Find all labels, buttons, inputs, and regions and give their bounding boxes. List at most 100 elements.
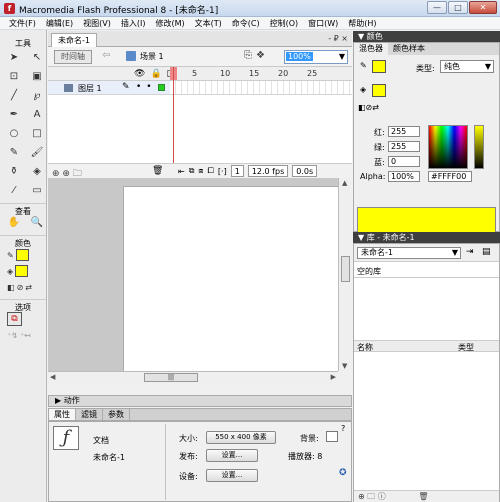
delete-layer-icon[interactable]: 🗑	[152, 166, 163, 176]
properties-icon[interactable]: ⓘ	[378, 492, 386, 501]
menu-window[interactable]: 窗口(W)	[303, 17, 343, 29]
scroll-right-icon[interactable]: ▶	[331, 373, 336, 381]
free-transform-tool-icon[interactable]: ⊡	[5, 69, 23, 85]
mixer-stroke-swatch[interactable]	[372, 60, 386, 73]
alpha-input[interactable]: 100%	[388, 171, 420, 182]
background-color-swatch[interactable]	[326, 431, 338, 442]
pen-tool-icon[interactable]: ✒	[5, 107, 23, 123]
zoom-tool-icon[interactable]: 🔍	[28, 215, 46, 231]
menu-text[interactable]: 文本(T)	[190, 17, 227, 29]
horizontal-scrollbar[interactable]: ◀ ||| ▶	[48, 371, 338, 383]
tab-properties[interactable]: 属性	[49, 409, 76, 420]
lasso-tool-icon[interactable]: ℘	[28, 88, 46, 104]
scroll-up-icon[interactable]: ▲	[342, 179, 347, 187]
oval-tool-icon[interactable]: ○	[5, 126, 23, 142]
lock-icon[interactable]: 🔒	[150, 69, 161, 79]
document-size-button[interactable]: 550 x 400 像素	[206, 431, 276, 444]
onion-markers-icon[interactable]: [·]	[218, 167, 227, 176]
fill-type-select[interactable]: 纯色 ▼	[440, 60, 494, 73]
green-input[interactable]: 255	[388, 141, 420, 152]
paint-bucket-tool-icon[interactable]: ◈	[28, 164, 46, 180]
hex-input[interactable]: #FFFF00	[428, 171, 472, 182]
brightness-slider[interactable]	[474, 125, 484, 169]
tab-filters[interactable]: 滤镜	[76, 409, 103, 420]
scroll-down-icon[interactable]: ▼	[342, 362, 347, 370]
frame-ruler[interactable]: 5 10 15 20 25	[170, 68, 352, 80]
line-tool-icon[interactable]: ╱	[5, 88, 23, 104]
swap-colors-icon[interactable]: ⇄	[25, 283, 32, 292]
zoom-select[interactable]: 100% ▼	[284, 50, 348, 64]
horizontal-scroll-thumb[interactable]: |||	[144, 373, 198, 382]
subselection-tool-icon[interactable]: ↖	[28, 50, 46, 66]
actions-panel-header[interactable]: ▶ 动作	[48, 395, 352, 407]
vertical-scroll-thumb[interactable]	[341, 256, 350, 282]
red-input[interactable]: 255	[388, 126, 420, 137]
straighten-icon[interactable]: ⁺↤	[20, 331, 31, 340]
library-col-name[interactable]: 名称	[357, 342, 373, 353]
brush-tool-icon[interactable]: 🖌	[28, 145, 46, 161]
tab-parameters[interactable]: 参数	[103, 409, 130, 420]
back-arrow-icon[interactable]: ⇦	[102, 50, 110, 61]
eye-icon[interactable]: 👁	[134, 69, 145, 79]
library-col-type[interactable]: 类型	[458, 342, 474, 353]
eyedropper-tool-icon[interactable]: ⁄	[5, 183, 23, 199]
tab-color-mixer[interactable]: 混色器	[354, 43, 388, 55]
close-button[interactable]: ✕	[469, 1, 497, 14]
black-white-icon[interactable]: ◧	[7, 283, 15, 292]
color-panel-title[interactable]: ▼ 颜色	[353, 31, 500, 42]
timeline-toggle-button[interactable]: 时间轴	[54, 50, 92, 64]
library-panel-title[interactable]: ▼ 库 - 未命名-1	[353, 232, 500, 243]
menu-help[interactable]: 帮助(H)	[343, 17, 381, 29]
frame-rate[interactable]: 12.0 fps	[247, 165, 289, 177]
document-window-controls[interactable]: - ₽ ×	[328, 34, 348, 43]
maximize-button[interactable]: □	[448, 1, 468, 14]
stage-canvas[interactable]	[123, 186, 338, 371]
new-folder-icon[interactable]: 🗀	[367, 492, 375, 501]
pencil-tool-icon[interactable]: ✎	[5, 145, 23, 161]
new-symbol-icon[interactable]: ⊕	[358, 492, 365, 501]
menu-edit[interactable]: 编辑(E)	[41, 17, 78, 29]
snap-to-objects-icon[interactable]: ⧉	[7, 312, 22, 326]
layer-outline-color[interactable]	[158, 84, 165, 91]
menu-modify[interactable]: 修改(M)	[150, 17, 189, 29]
ink-bottle-tool-icon[interactable]: ⚱	[5, 164, 23, 180]
no-color-icon[interactable]: ⊘	[17, 283, 24, 292]
rectangle-tool-icon[interactable]: □	[28, 126, 46, 142]
mixer-fill-swatch[interactable]	[372, 84, 386, 97]
mixer-tools-icons[interactable]: ◧⊘⇄	[358, 103, 379, 112]
color-spectrum[interactable]	[428, 125, 468, 169]
center-frame-icon[interactable]: ⇤	[178, 167, 185, 176]
tab-color-swatches[interactable]: 颜色样本	[388, 43, 430, 55]
onion-skin-icon[interactable]: ⧉	[189, 166, 195, 176]
minimize-button[interactable]: —	[427, 1, 447, 14]
document-tab[interactable]: 未命名-1	[51, 33, 97, 47]
device-settings-button[interactable]: 设置...	[206, 469, 258, 482]
accessibility-icon[interactable]: ✪	[339, 468, 347, 478]
layer-name[interactable]: 图层 1	[78, 83, 102, 94]
stroke-color-swatch[interactable]	[15, 249, 29, 261]
pin-library-icon[interactable]: ⇥	[466, 247, 474, 257]
frame-strip[interactable]	[170, 81, 352, 95]
delete-icon[interactable]: 🗑	[418, 492, 428, 501]
publish-settings-button[interactable]: 设置...	[206, 449, 258, 462]
pasteboard[interactable]	[48, 178, 338, 371]
layer-row[interactable]: 图层 1 ✎ ••	[48, 81, 170, 95]
eraser-tool-icon[interactable]: ▭	[28, 183, 46, 199]
new-library-icon[interactable]: ▤	[482, 247, 491, 257]
menu-file[interactable]: 文件(F)	[4, 17, 41, 29]
menu-view[interactable]: 视图(V)	[78, 17, 116, 29]
edit-multiple-icon[interactable]: ⧠	[208, 166, 214, 176]
hand-tool-icon[interactable]: ✋	[5, 215, 23, 231]
smooth-icon[interactable]: ⁺↯	[7, 331, 18, 340]
selection-tool-icon[interactable]: ➤	[5, 50, 23, 66]
menu-control[interactable]: 控制(O)	[265, 17, 304, 29]
edit-symbols-icon[interactable]: ❖	[256, 50, 265, 61]
menu-insert[interactable]: 插入(I)	[116, 17, 151, 29]
help-icon[interactable]: ?	[341, 424, 345, 433]
vertical-scrollbar[interactable]: ▲ ▼	[338, 178, 352, 371]
onion-outline-icon[interactable]: ⧈	[198, 166, 203, 176]
menu-commands[interactable]: 命令(C)	[227, 17, 265, 29]
text-tool-icon[interactable]: A	[28, 107, 46, 123]
fill-transform-tool-icon[interactable]: ▣	[28, 69, 46, 85]
scroll-left-icon[interactable]: ◀	[50, 373, 55, 381]
